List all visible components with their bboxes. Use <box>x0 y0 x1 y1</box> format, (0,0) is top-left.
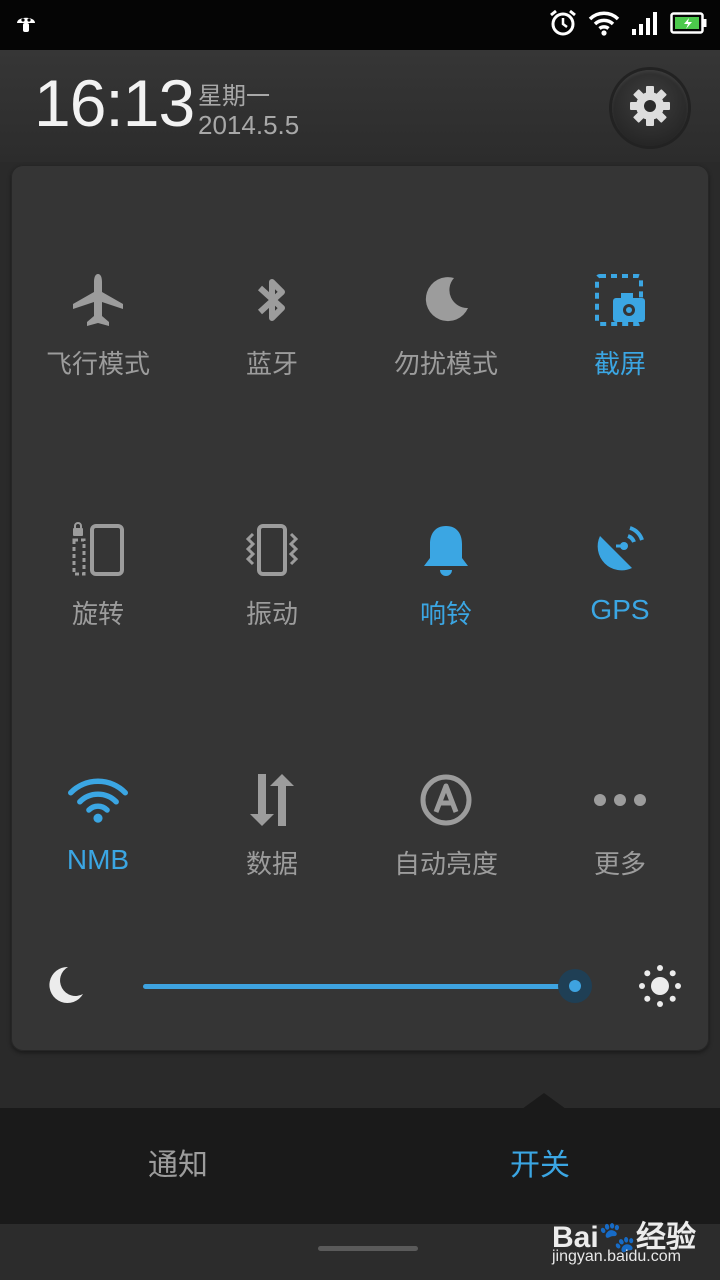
toggle-label: 截屏 <box>593 350 646 380</box>
tab-toggles[interactable]: 开关 <box>510 1140 570 1184</box>
toggle-screenshot[interactable]: 截屏 <box>533 198 707 448</box>
airplane-icon <box>68 270 128 330</box>
gps-satellite-icon <box>590 520 650 580</box>
toggle-wifi[interactable]: NMB <box>11 698 185 948</box>
wifi-icon <box>588 10 620 40</box>
battery-charging-icon <box>670 12 708 38</box>
wifi-icon <box>68 770 128 830</box>
weekday: 星期一 <box>198 82 270 110</box>
cellular-signal-icon <box>630 10 660 40</box>
vibrate-phone-icon <box>242 520 302 580</box>
toggle-label: 振动 <box>245 600 298 630</box>
more-dots-icon <box>590 770 650 830</box>
tab-notifications[interactable]: 通知 <box>148 1140 208 1184</box>
alarm-clock-icon <box>548 8 578 42</box>
date: 2014.5.5 <box>198 110 300 140</box>
watermark-url: jingyan.baidu.com <box>552 1248 681 1265</box>
toggle-gps[interactable]: GPS <box>533 448 707 698</box>
toggle-mobile-data[interactable]: 数据 <box>185 698 359 948</box>
toggle-label: 数据 <box>245 850 298 880</box>
toggle-label: 蓝牙 <box>245 350 298 380</box>
toggle-auto-brightness[interactable]: 自动亮度 <box>359 698 533 948</box>
toggle-label: 更多 <box>593 850 646 880</box>
toggle-label: 勿扰模式 <box>393 350 498 380</box>
sun-icon <box>636 962 684 1014</box>
clock: 16:13 <box>34 66 195 140</box>
status-bar <box>0 0 720 50</box>
moon-icon <box>416 270 476 330</box>
toggle-more[interactable]: 更多 <box>533 698 707 948</box>
mushroom-notification-icon <box>14 12 38 36</box>
brightness-slider-thumb[interactable] <box>557 969 592 1003</box>
toggle-vibrate[interactable]: 振动 <box>185 448 359 698</box>
toggle-label: 响铃 <box>419 600 472 630</box>
toggle-label: NMB <box>66 844 130 875</box>
drag-handle[interactable] <box>318 1246 418 1251</box>
bell-icon <box>416 520 476 580</box>
gear-icon <box>628 84 672 132</box>
active-tab-indicator <box>522 1093 566 1109</box>
toggle-label: GPS <box>590 594 650 625</box>
auto-brightness-icon <box>416 770 476 830</box>
toggle-ringer[interactable]: 响铃 <box>359 448 533 698</box>
data-arrows-icon <box>242 770 302 830</box>
tab-bar <box>0 1108 720 1224</box>
toggle-label: 旋转 <box>71 600 124 630</box>
toggle-bluetooth[interactable]: 蓝牙 <box>185 198 359 448</box>
toggle-airplane-mode[interactable]: 飞行模式 <box>11 198 185 448</box>
brightness-slider-track[interactable] <box>143 984 575 989</box>
status-icons <box>548 8 708 42</box>
bluetooth-icon <box>242 270 302 330</box>
screenshot-camera-icon <box>590 270 650 330</box>
moon-icon <box>44 964 86 1010</box>
baidu-jingyan-watermark: Bai🐾经验 jingyan.baidu.com <box>552 1212 712 1276</box>
toggle-label: 飞行模式 <box>45 350 150 380</box>
settings-button[interactable] <box>612 70 688 146</box>
toggle-label: 自动亮度 <box>393 850 498 880</box>
toggle-rotation[interactable]: 旋转 <box>11 448 185 698</box>
rotation-lock-icon <box>68 520 128 580</box>
toggle-do-not-disturb[interactable]: 勿扰模式 <box>359 198 533 448</box>
